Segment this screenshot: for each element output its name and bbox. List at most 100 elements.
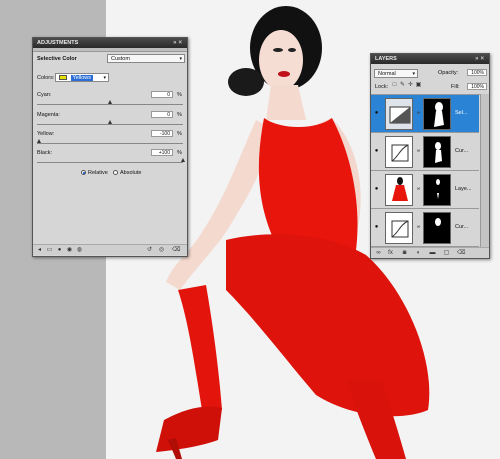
new-group-icon[interactable]: ▬ [429, 250, 436, 257]
layer-style-icon[interactable]: fx [387, 250, 394, 257]
adjustments-panel: ADJUSTMENTS »× Selective Color Custom ▾ … [32, 37, 188, 257]
radio-selected-icon [81, 170, 86, 176]
magenta-label: Magenta: [37, 112, 60, 118]
yellow-slider-track[interactable] [37, 143, 183, 144]
mask-silhouette-icon [436, 179, 440, 199]
black-unit: % [177, 150, 182, 156]
adjustments-tab-strip [33, 48, 187, 52]
visibility-eye-icon[interactable]: ● [373, 148, 380, 154]
layer-name: Laye... [455, 186, 471, 192]
relative-label: Relative [88, 170, 108, 176]
layers-scrollbar[interactable] [480, 94, 489, 247]
photo-layer-thumbnail [385, 174, 413, 206]
layers-titlebar[interactable]: LAYERS »× [371, 54, 489, 64]
layers-panel-title: LAYERS [375, 56, 397, 62]
link-layers-icon[interactable]: ∞ [375, 250, 382, 257]
new-layer-icon[interactable]: ▢ [443, 250, 450, 257]
view-previous-icon[interactable]: ◍ [76, 247, 83, 254]
yellow-unit: % [177, 131, 182, 137]
layer-mask-thumbnail [423, 212, 451, 244]
link-icon[interactable]: ∞ [415, 110, 422, 117]
layer-row-photo[interactable]: ● ∞ Laye... [371, 171, 479, 209]
colors-swatch [59, 75, 67, 81]
layers-panel: LAYERS »× Normal ▾ Opacity: 100% Lock: □… [370, 53, 490, 259]
panel-collapse-icon[interactable]: »× [173, 38, 184, 48]
refresh-icon[interactable]: ◎ [158, 247, 165, 254]
reset-icon[interactable]: ↺ [146, 247, 153, 254]
cyan-label: Cyan: [37, 92, 52, 98]
add-mask-icon[interactable]: ◙ [401, 250, 408, 257]
absolute-label: Absolute [120, 170, 142, 176]
new-adjustment-icon[interactable]: ◐ [415, 250, 422, 257]
layer-name: Sel... [455, 110, 468, 116]
layer-name: Cur... [455, 224, 469, 230]
mask-silhouette-icon [435, 142, 442, 163]
magenta-slider-thumb[interactable] [107, 120, 112, 124]
layer-row-selective-color[interactable]: ● ∞ Sel... [371, 95, 479, 133]
adjustment-type-label: Selective Color [37, 56, 77, 62]
lock-all-icon[interactable]: ▣ [415, 82, 422, 89]
visibility-eye-icon[interactable]: ● [373, 224, 380, 230]
colors-select[interactable]: Yellows ▾ [55, 73, 109, 82]
layers-list: ● ∞ Sel... ● ∞ Cur... ● ∞ Laye... ● ∞ Cu… [371, 94, 489, 247]
black-slider-thumb[interactable] [180, 158, 185, 162]
adjustment-layer-thumbnail [385, 212, 413, 244]
adjustments-titlebar[interactable]: ADJUSTMENTS »× [33, 38, 187, 48]
yellow-value-input[interactable]: -100 [151, 130, 173, 137]
back-arrow-icon[interactable]: ◂ [36, 247, 43, 254]
expand-view-icon[interactable]: ▭ [46, 247, 53, 254]
clip-layer-icon[interactable]: ● [56, 247, 63, 254]
cyan-unit: % [177, 92, 182, 98]
cyan-slider-track[interactable] [37, 104, 183, 105]
fill-input[interactable]: 100% [467, 83, 487, 90]
layer-name: Cur... [455, 148, 469, 154]
lock-paint-icon[interactable]: ✎ [399, 82, 406, 89]
layers-footer: ∞ fx ◙ ◐ ▬ ▢ ⌫ [371, 247, 489, 258]
fill-label: Fill: [451, 84, 460, 90]
colors-label: Colors: [37, 75, 55, 81]
layer-mask-thumbnail [423, 136, 451, 168]
curves-icon [391, 220, 409, 238]
visibility-eye-icon[interactable]: ● [373, 110, 380, 116]
selective-color-icon [389, 106, 411, 124]
magenta-unit: % [177, 112, 182, 118]
trash-icon[interactable]: ⌫ [457, 250, 465, 257]
photo-thumbnail-icon [392, 177, 408, 201]
magenta-value-input[interactable]: 0 [151, 111, 173, 118]
layer-mask-thumbnail [423, 174, 451, 206]
black-slider-track[interactable] [37, 162, 183, 163]
layer-row-curves[interactable]: ● ∞ Cur... [371, 133, 479, 171]
layer-mask-thumbnail [423, 98, 451, 130]
adjustment-layer-thumbnail [385, 98, 413, 130]
preset-value: Custom [111, 56, 130, 62]
cyan-value-input[interactable]: 0 [151, 91, 173, 98]
lock-move-icon[interactable]: ✛ [407, 82, 414, 89]
preset-select[interactable]: Custom ▾ [107, 54, 185, 63]
opacity-input[interactable]: 100% [467, 69, 487, 76]
link-icon[interactable]: ∞ [415, 148, 422, 155]
layer-row-curves[interactable]: ● ∞ Cur... [371, 209, 479, 247]
trash-icon[interactable]: ⌫ [172, 247, 180, 254]
panel-collapse-icon[interactable]: »× [475, 54, 486, 64]
yellow-slider-thumb[interactable] [36, 139, 41, 143]
black-value-input[interactable]: +100 [151, 149, 173, 156]
lock-transparency-icon[interactable]: □ [391, 82, 398, 89]
adjustments-footer: ◂ ▭ ● ◉ ◍ ↺ ◎ ⌫ [33, 244, 187, 255]
chevron-down-icon: ▾ [412, 71, 415, 77]
link-icon[interactable]: ∞ [415, 186, 422, 193]
absolute-radio[interactable]: Absolute [113, 170, 141, 176]
blend-mode-select[interactable]: Normal ▾ [374, 69, 418, 78]
black-label: Black: [37, 150, 52, 156]
visibility-eye-icon[interactable]: ● [373, 186, 380, 192]
link-icon[interactable]: ∞ [415, 224, 422, 231]
lock-label: Lock: [375, 84, 389, 90]
adjustment-layer-thumbnail [385, 136, 413, 168]
mask-silhouette-icon [435, 218, 441, 226]
radio-empty-icon [113, 170, 118, 176]
magenta-slider-track[interactable] [37, 124, 183, 125]
cyan-slider-thumb[interactable] [107, 100, 112, 104]
relative-radio[interactable]: Relative [81, 170, 108, 176]
opacity-label: Opacity: [438, 70, 459, 76]
colors-value: Yellows [70, 75, 93, 81]
visibility-eye-icon[interactable]: ◉ [66, 247, 73, 254]
